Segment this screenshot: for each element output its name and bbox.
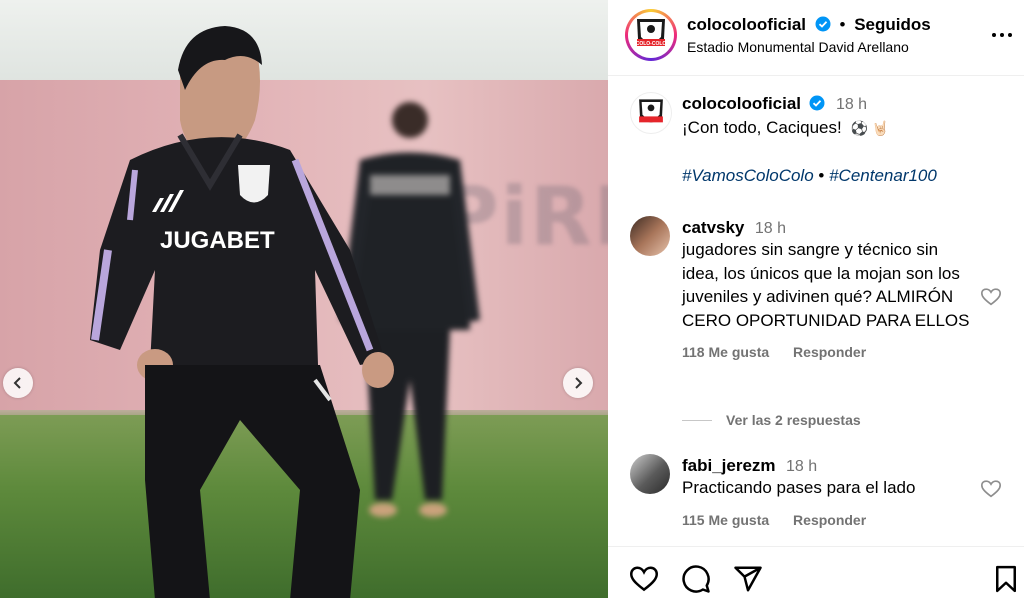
club-logo-icon: COLO-COLO: [636, 19, 667, 47]
comment-avatar[interactable]: [630, 454, 670, 494]
location-link[interactable]: Estadio Monumental David Arellano: [687, 39, 909, 55]
post-header: COLO-COLO colocolooficial • Seguidos Est…: [608, 0, 1024, 76]
post-side-panel: COLO-COLO colocolooficial • Seguidos Est…: [608, 0, 1024, 598]
post-photo[interactable]: PiRI JUGABET: [0, 0, 608, 598]
comment-username[interactable]: fabi_jerezm: [682, 456, 776, 475]
comment-body: catvsky 18 h jugadores sin sangre y técn…: [682, 218, 972, 360]
post-action-bar: [608, 546, 1024, 599]
comment-icon[interactable]: [681, 564, 711, 594]
previous-photo-button[interactable]: [3, 368, 33, 398]
next-photo-button[interactable]: [563, 368, 593, 398]
caption-line: ¡Con todo, Caciques!: [682, 118, 842, 137]
comment-text: jugadores sin sangre y técnico sin idea,…: [682, 240, 970, 330]
caption-avatar[interactable]: [630, 92, 672, 134]
comment-meta: 115 Me gusta Responder: [682, 512, 972, 528]
comment-time: 18 h: [786, 458, 818, 475]
heart-icon[interactable]: [980, 478, 1002, 500]
share-icon[interactable]: [733, 564, 763, 594]
verified-badge-icon: [809, 95, 825, 111]
more-options-icon[interactable]: [990, 24, 1018, 44]
comment-text: Practicando pases para el lado: [682, 478, 916, 497]
comment-username[interactable]: catvsky: [682, 218, 744, 237]
heart-icon[interactable]: [629, 564, 659, 594]
chevron-right-icon: [575, 377, 583, 389]
caption-body: colocolooficial 18 h ¡Con todo, Caciques…: [682, 94, 972, 187]
comments-section[interactable]: colocolooficial 18 h ¡Con todo, Caciques…: [608, 76, 1024, 546]
following-button[interactable]: Seguidos: [854, 15, 931, 34]
club-logo-icon: [639, 99, 663, 123]
hashtag-link[interactable]: #Centenar100: [829, 166, 937, 185]
hashtag-link[interactable]: #VamosColoColo: [682, 166, 814, 185]
verified-badge-icon: [815, 16, 831, 32]
chevron-left-icon: [13, 377, 21, 389]
header-user-line: colocolooficial • Seguidos: [687, 15, 931, 35]
caption-emoji: ⚽ 🤘🏻: [850, 120, 890, 136]
comment-meta: 118 Me gusta Responder: [682, 344, 972, 360]
comment-likes[interactable]: 115 Me gusta: [682, 512, 769, 528]
caption-time: 18 h: [835, 96, 868, 113]
sponsor-text: JUGABET: [160, 227, 275, 254]
logo-text: COLO-COLO: [636, 41, 667, 47]
reply-button[interactable]: Responder: [793, 344, 866, 360]
reply-button[interactable]: Responder: [793, 512, 866, 528]
comment-body: fabi_jerezm 18 h Practicando pases para …: [682, 456, 972, 528]
main-player: JUGABET: [90, 26, 394, 598]
caption-username[interactable]: colocolooficial: [682, 94, 801, 113]
view-replies-label: Ver las 2 respuestas: [726, 412, 861, 428]
header-username[interactable]: colocolooficial: [687, 15, 806, 34]
caption-text: ¡Con todo, Caciques! ⚽ 🤘🏻: [682, 116, 972, 141]
heart-icon[interactable]: [980, 286, 1002, 308]
comment-time: 18 h: [754, 220, 786, 237]
comment-likes[interactable]: 118 Me gusta: [682, 344, 769, 360]
view-replies-button[interactable]: Ver las 2 respuestas: [682, 412, 861, 428]
replies-divider: [682, 419, 712, 421]
bookmark-icon[interactable]: [991, 564, 1021, 594]
hashtag-separator: •: [818, 165, 825, 185]
account-avatar[interactable]: COLO-COLO: [625, 9, 677, 61]
comment-avatar[interactable]: [630, 216, 670, 256]
header-dot-separator: •: [839, 15, 846, 34]
caption-hashtags: #VamosColoColo • #Centenar100: [682, 164, 972, 188]
